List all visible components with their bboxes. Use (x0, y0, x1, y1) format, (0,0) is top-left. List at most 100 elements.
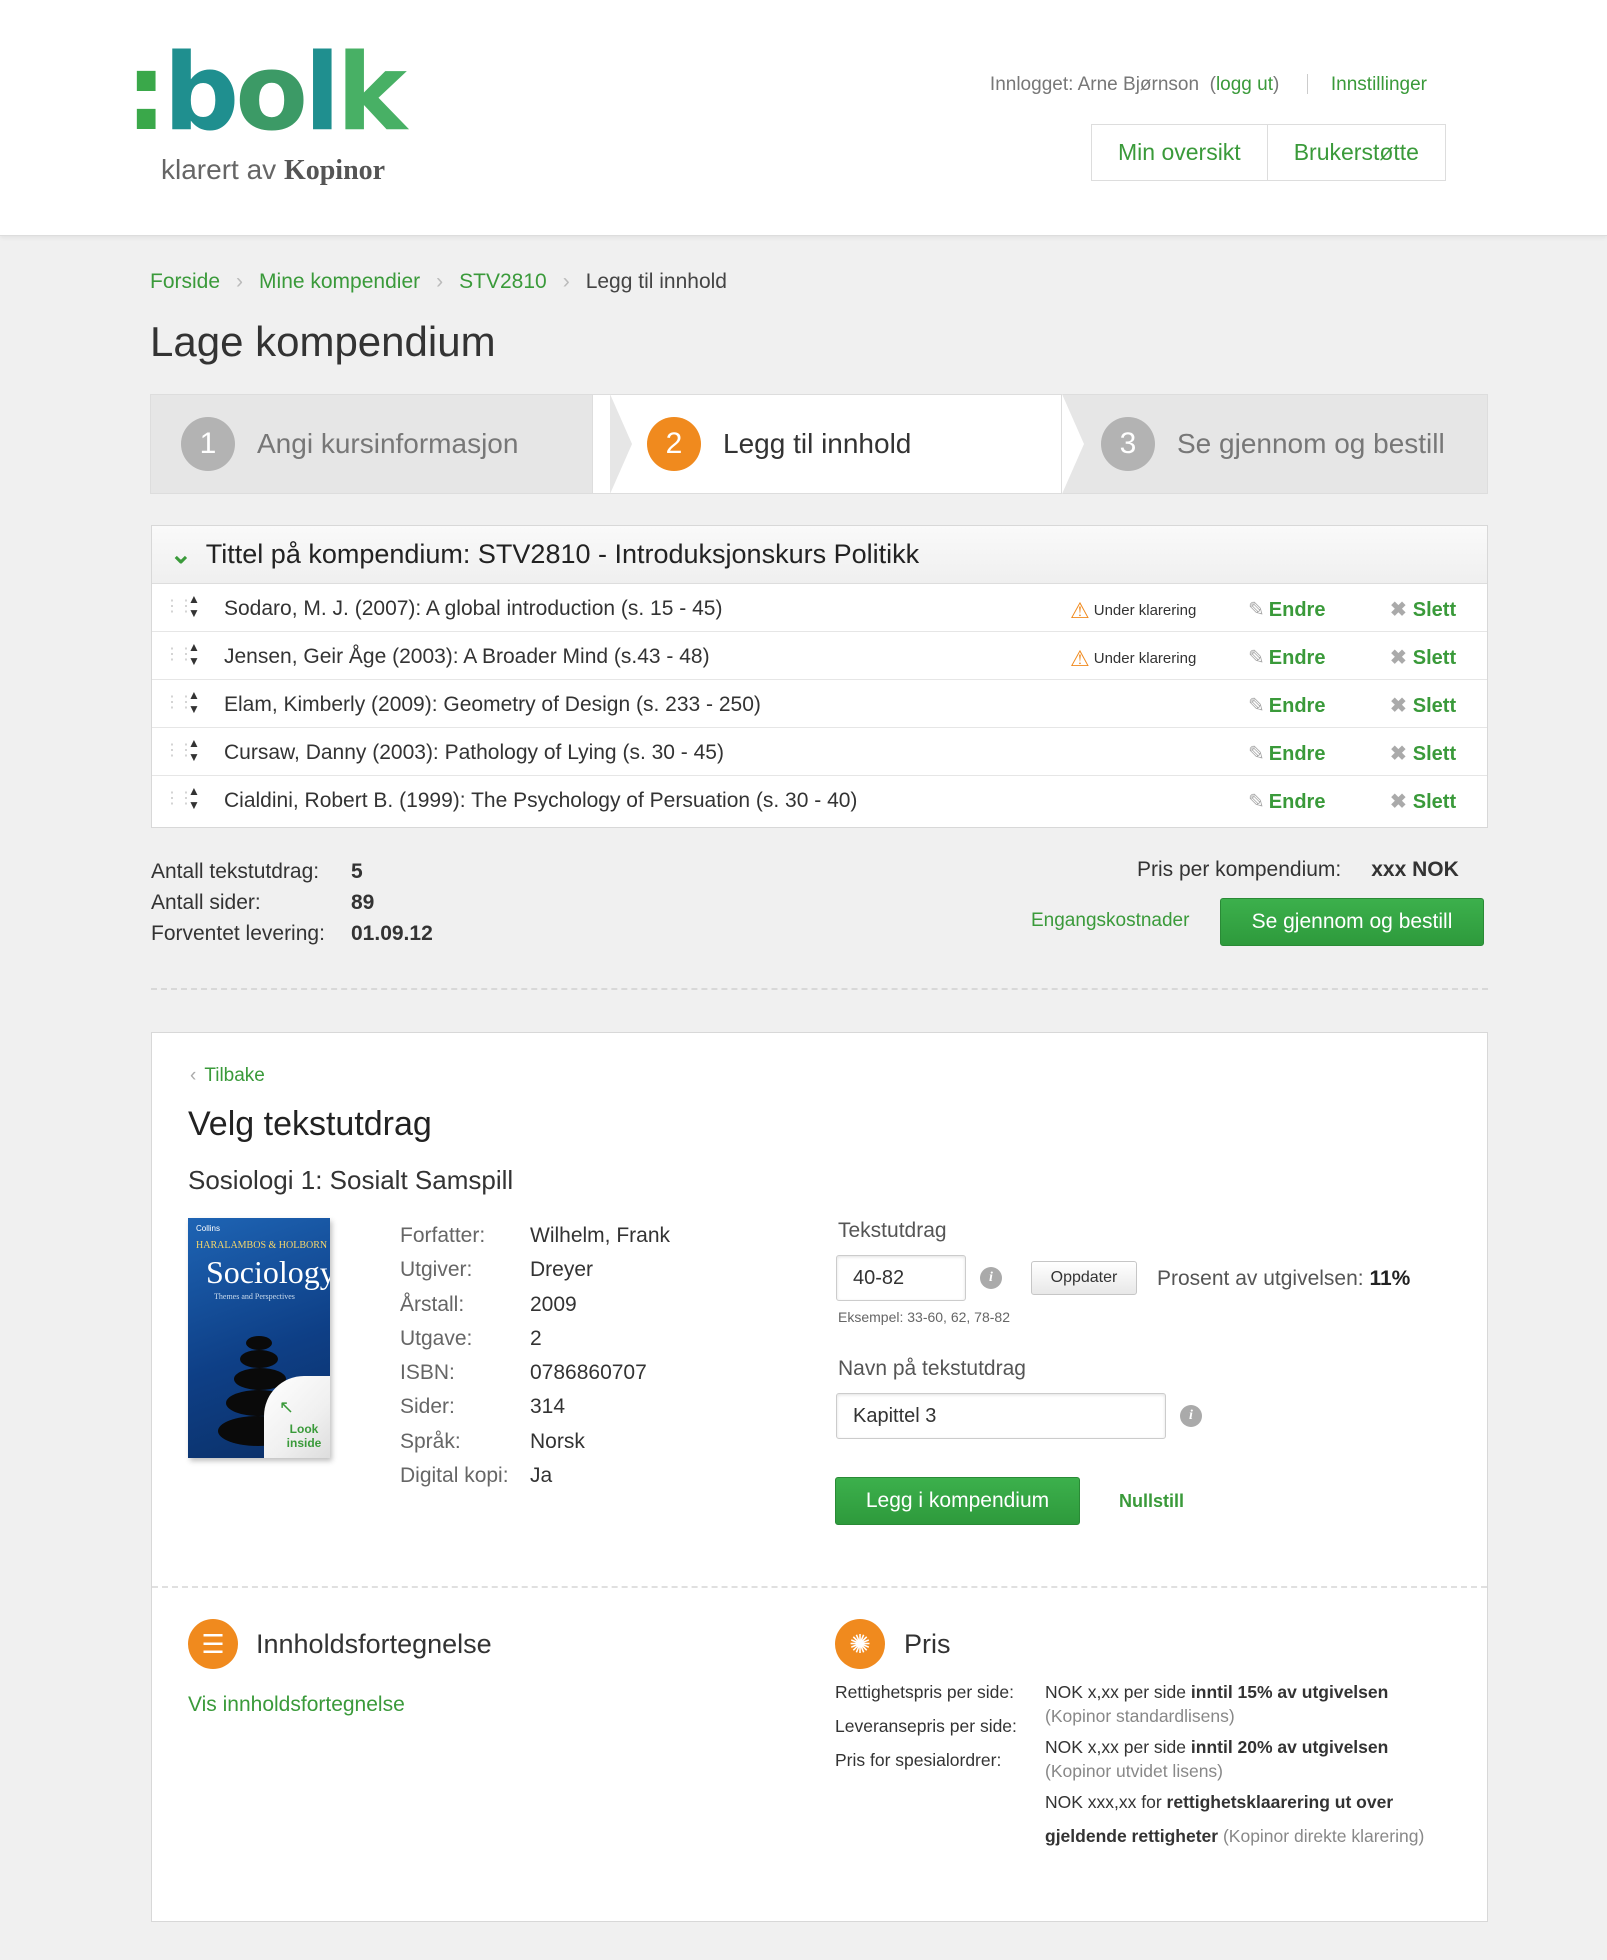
step-arrow (1062, 394, 1084, 494)
delete-button[interactable]: ✖ Slett (1390, 789, 1456, 814)
compendium-row[interactable]: ⋮⋮ ▲ ▼ Cursaw, Danny (2003): Pathology of L… (152, 728, 1487, 776)
logo-wordmark: :bolk (125, 31, 407, 154)
back-link[interactable]: ‹ Tilbake (190, 1065, 265, 1087)
compendium-header[interactable]: ⌄ Tittel på kompendium: STV2810 - Introd… (152, 526, 1487, 584)
chevron-down-icon[interactable]: ⌄ (170, 539, 192, 570)
settings-link[interactable]: Innstillinger (1331, 74, 1427, 95)
step-indicator: 1 Angi kursinformasjon 2 Legg til innhol… (150, 394, 1488, 494)
info-icon[interactable]: i (980, 1267, 1002, 1289)
bolk-logo[interactable]: :bolk klarert av Kopinor (125, 31, 407, 198)
excerpt-input[interactable]: 40-82 (836, 1255, 966, 1301)
page-title: Lage kompendium (150, 318, 496, 365)
pencil-icon: ✎ (1248, 695, 1265, 717)
delete-button[interactable]: ✖ Slett (1390, 597, 1456, 622)
divider (151, 988, 1488, 990)
compendium-title: Tittel på kompendium: STV2810 - Introduk… (205, 539, 920, 569)
clearance-status: ⚠ Under klarering (1070, 598, 1197, 623)
metadata-row: Digital kopi: Ja (400, 1459, 670, 1493)
breadcrumb-home[interactable]: Forside (150, 270, 220, 293)
compendium-row[interactable]: ⋮⋮ ▲ ▼ Jensen, Geir Åge (2003): A Broader M… (152, 632, 1487, 680)
price-label: Rettighetspris per side: (835, 1682, 1014, 1702)
metadata-key: Digital kopi: (400, 1464, 509, 1488)
breadcrumb-compendia[interactable]: Mine kompendier (259, 270, 420, 293)
nav-my-overview[interactable]: Min oversikt (1092, 125, 1268, 180)
metadata-value: Dreyer (530, 1258, 594, 1282)
item-title: Cialdini, Robert B. (1999): The Psycholo… (224, 789, 858, 812)
close-icon: ✖ (1390, 647, 1407, 669)
reorder-icon[interactable]: ▲ ▼ (188, 592, 200, 620)
logout-link[interactable]: logg ut (1216, 74, 1273, 95)
edit-button[interactable]: ✎ Endre (1248, 645, 1325, 670)
compendium-row[interactable]: ⋮⋮ ▲ ▼ Elam, Kimberly (2009): Geometry of D… (152, 680, 1487, 728)
delete-button[interactable]: ✖ Slett (1390, 645, 1456, 670)
step-number: 1 (181, 417, 235, 471)
book-cover[interactable]: Collins HARALAMBOS & HOLBORN Sociology T… (188, 1218, 330, 1458)
edit-button[interactable]: ✎ Endre (1248, 789, 1325, 814)
compendium-row[interactable]: ⋮⋮ ▲ ▼ Sodaro, M. J. (2007): A global intro… (152, 584, 1487, 632)
reset-link[interactable]: Nullstill (1119, 1491, 1184, 1512)
metadata-row: Sider: 314 (400, 1390, 670, 1424)
excerpt-name-input[interactable]: Kapittel 3 (836, 1393, 1166, 1439)
excerpt-label: Tekstutdrag (838, 1219, 947, 1242)
cover-publisher: Collins (196, 1224, 221, 1233)
pages-label: Antall sider: (151, 891, 261, 914)
metadata-row: ISBN: 0786860707 (400, 1356, 670, 1390)
edit-button[interactable]: ✎ Endre (1248, 597, 1325, 622)
step-3[interactable]: 3 Se gjennom og bestill (1040, 394, 1488, 494)
delivery-value: 01.09.12 (351, 922, 433, 945)
reorder-icon[interactable]: ▲ ▼ (188, 688, 200, 716)
delete-button[interactable]: ✖ Slett (1390, 741, 1456, 766)
price-badge-icon: ✺ (835, 1619, 885, 1669)
oneoff-costs-link[interactable]: Engangskostnader (1031, 910, 1189, 932)
reorder-icon[interactable]: ▲ ▼ (188, 640, 200, 668)
pencil-icon: ✎ (1248, 599, 1265, 621)
info-icon[interactable]: i (1180, 1405, 1202, 1427)
pencil-icon: ✎ (1248, 791, 1265, 813)
warning-icon: ⚠ (1070, 646, 1090, 671)
show-toc-link[interactable]: Vis innholdsfortegnelse (188, 1693, 405, 1717)
book-title: Sosiologi 1: Sosialt Samspill (188, 1165, 514, 1195)
cover-subtitle: Themes and Perspectives (214, 1292, 295, 1301)
metadata-value: 2009 (530, 1292, 577, 1316)
delete-button[interactable]: ✖ Slett (1390, 693, 1456, 718)
edit-button[interactable]: ✎ Endre (1248, 741, 1325, 766)
stone-shape (240, 1350, 278, 1368)
stone-shape (246, 1336, 272, 1350)
price-per-compendium: Pris per kompendium: xxx NOK (1137, 858, 1459, 882)
metadata-value: 2 (530, 1326, 542, 1350)
add-to-compendium-button[interactable]: Legg i kompendium (835, 1477, 1080, 1525)
nav-support[interactable]: Brukerstøtte (1267, 125, 1445, 180)
metadata-key: Språk: (400, 1429, 461, 1453)
arrow-icon: ↖ (278, 1397, 294, 1417)
close-icon: ✖ (1390, 743, 1407, 765)
close-icon: ✖ (1390, 695, 1407, 717)
percent-of-publication: Prosent av utgivelsen: 11% (1157, 1267, 1411, 1290)
count-label: Antall tekstutdrag: (151, 860, 320, 883)
panel-heading: Velg tekstutdrag (188, 1105, 432, 1143)
list-icon: ☰ (188, 1619, 238, 1669)
metadata-value: 314 (530, 1395, 566, 1419)
reorder-icon[interactable]: ▲ ▼ (188, 784, 200, 812)
edit-button[interactable]: ✎ Endre (1248, 693, 1325, 718)
metadata-row: Årstall: 2009 (400, 1288, 670, 1322)
warning-icon: ⚠ (1070, 598, 1090, 623)
step-number: 2 (647, 417, 701, 471)
step-label: Se gjennom og bestill (1177, 428, 1445, 459)
step-2[interactable]: 2 Legg til innhold (592, 394, 1062, 494)
reorder-icon[interactable]: ▲ ▼ (188, 736, 200, 764)
pencil-icon: ✎ (1248, 647, 1265, 669)
close-icon: ✖ (1390, 791, 1407, 813)
review-order-button[interactable]: Se gjennom og bestill (1220, 898, 1484, 946)
price-value: xxx NOK (1371, 858, 1459, 881)
breadcrumb-course[interactable]: STV2810 (459, 270, 547, 293)
logo-tagline: klarert av Kopinor (161, 154, 386, 186)
step-1[interactable]: 1 Angi kursinformasjon (150, 394, 610, 494)
update-button[interactable]: Oppdater (1031, 1261, 1137, 1295)
item-title: Cursaw, Danny (2003): Pathology of Lying… (224, 741, 724, 764)
look-inside-label[interactable]: Look inside (284, 1422, 324, 1450)
metadata-value: Norsk (530, 1429, 585, 1453)
chevron-right-icon: › (436, 270, 444, 293)
chevron-right-icon: › (562, 270, 570, 293)
compendium-row[interactable]: ⋮⋮ ▲ ▼ Cialdini, Robert B. (1999): The Psyc… (152, 776, 1487, 824)
step-arrow (610, 394, 632, 494)
